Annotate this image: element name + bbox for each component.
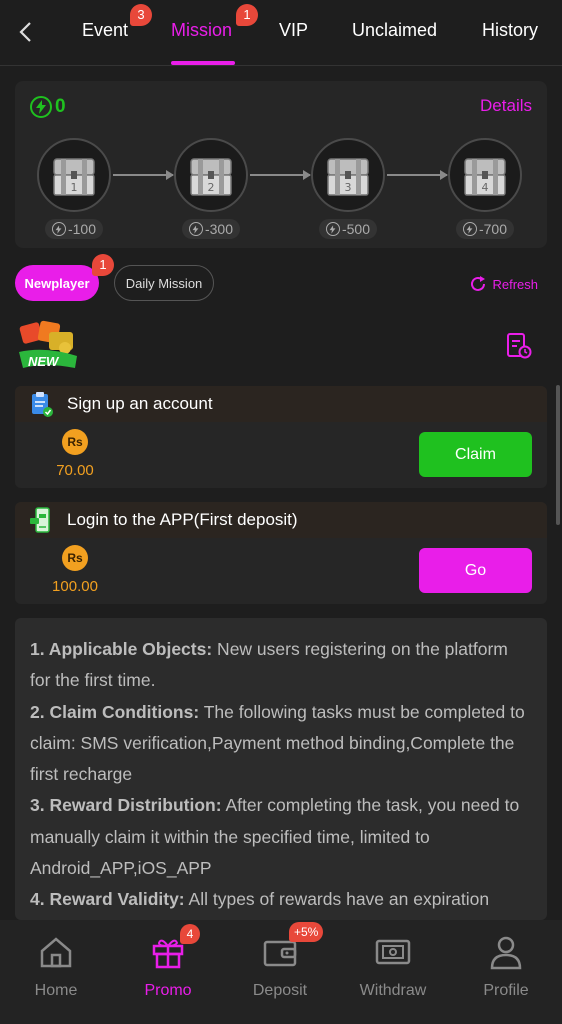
tab-newplayer[interactable]: Newplayer <box>15 265 99 301</box>
tab-history[interactable]: History <box>482 18 538 46</box>
back-icon[interactable] <box>14 18 36 46</box>
chest-icon: 1 <box>53 158 95 196</box>
refresh-icon <box>471 276 486 291</box>
tab-unclaimed[interactable]: Unclaimed <box>352 18 437 46</box>
chest-cost: -500 <box>319 219 377 239</box>
chest-icon: 4 <box>464 158 506 196</box>
deposit-badge: +5% <box>289 922 324 942</box>
energy-value: 0 <box>55 96 66 117</box>
active-tab-indicator <box>171 61 235 65</box>
details-link[interactable]: Details <box>480 96 532 116</box>
tab-vip[interactable]: VIP <box>279 18 308 46</box>
tab-mission[interactable]: Mission <box>171 18 232 46</box>
task-card: Sign up an account Rs 70.00 Claim <box>15 386 547 488</box>
chest-cost: -700 <box>456 219 514 239</box>
chest-cost: -300 <box>182 219 240 239</box>
energy-icon <box>51 222 66 236</box>
profile-icon <box>486 932 526 972</box>
event-badge: 3 <box>130 4 152 26</box>
chest-arrow <box>250 170 311 180</box>
rupee-coin-icon: Rs <box>62 545 88 571</box>
treasure-chest-3[interactable]: 3 <box>311 138 385 212</box>
home-icon <box>36 932 76 972</box>
rules-panel: 1. Applicable Objects: New users registe… <box>15 618 547 920</box>
chest-icon: 3 <box>327 158 369 196</box>
refresh-button[interactable]: Refresh <box>468 274 538 294</box>
records-icon[interactable] <box>506 332 532 360</box>
energy-icon <box>30 96 52 118</box>
svg-text:1: 1 <box>71 181 78 194</box>
chest-arrow <box>387 170 448 180</box>
new-label: NEW <box>28 354 59 369</box>
phone-login-icon <box>30 507 50 533</box>
task-header: Sign up an account <box>15 386 547 422</box>
energy-icon <box>188 222 203 236</box>
claim-button[interactable]: Claim <box>419 432 532 477</box>
nav-promo[interactable]: Promo <box>112 932 224 1000</box>
top-nav: Event 3 Mission 1 VIP Unclaimed History <box>0 0 562 66</box>
new-gift-icon: NEW <box>15 318 85 372</box>
svg-text:3: 3 <box>345 181 352 194</box>
treasure-chest-4[interactable]: 4 <box>448 138 522 212</box>
tab-event[interactable]: Event <box>82 18 128 46</box>
task-title: Login to the APP(First deposit) <box>67 510 298 529</box>
go-button[interactable]: Go <box>419 548 532 593</box>
task-header: Login to the APP(First deposit) <box>15 502 547 538</box>
chest-cost: -100 <box>45 219 103 239</box>
withdraw-icon <box>373 932 413 972</box>
nav-withdraw[interactable]: Withdraw <box>337 932 449 1000</box>
svg-text:2: 2 <box>208 181 215 194</box>
tab-daily-mission[interactable]: Daily Mission <box>114 265 214 301</box>
nav-deposit[interactable]: Deposit <box>224 932 336 1000</box>
treasure-chest-2[interactable]: 2 <box>174 138 248 212</box>
energy-icon <box>325 222 340 236</box>
newplayer-badge: 1 <box>92 254 114 276</box>
task-card: Login to the APP(First deposit) Rs 100.0… <box>15 502 547 604</box>
bottom-nav: Home Promo 4 Deposit +5% Withdraw Profil… <box>0 920 562 1024</box>
energy-counter: 0 <box>30 96 66 118</box>
energy-icon <box>462 222 477 236</box>
clipboard-icon <box>32 392 53 417</box>
nav-home[interactable]: Home <box>0 932 112 1000</box>
scrollbar[interactable] <box>556 385 560 525</box>
reward-amount: 70.00 <box>56 462 94 479</box>
promo-badge: 4 <box>180 924 200 944</box>
rule-item: 3. Reward Distribution: After completing… <box>30 795 520 879</box>
chest-arrow <box>113 170 174 180</box>
task-title: Sign up an account <box>67 394 213 413</box>
rupee-coin-icon: Rs <box>62 429 88 455</box>
rule-item: 4. Reward Validity: All types of rewards… <box>30 889 490 910</box>
reward-amount: 100.00 <box>52 578 98 595</box>
treasure-chest-1[interactable]: 1 <box>37 138 111 212</box>
chest-icon: 2 <box>190 158 232 196</box>
svg-text:4: 4 <box>482 181 489 194</box>
mission-badge: 1 <box>236 4 258 26</box>
rule-item: 1. Applicable Objects: New users registe… <box>30 639 508 691</box>
rule-item: 2. Claim Conditions: The following tasks… <box>30 701 525 785</box>
nav-profile[interactable]: Profile <box>450 932 562 1000</box>
